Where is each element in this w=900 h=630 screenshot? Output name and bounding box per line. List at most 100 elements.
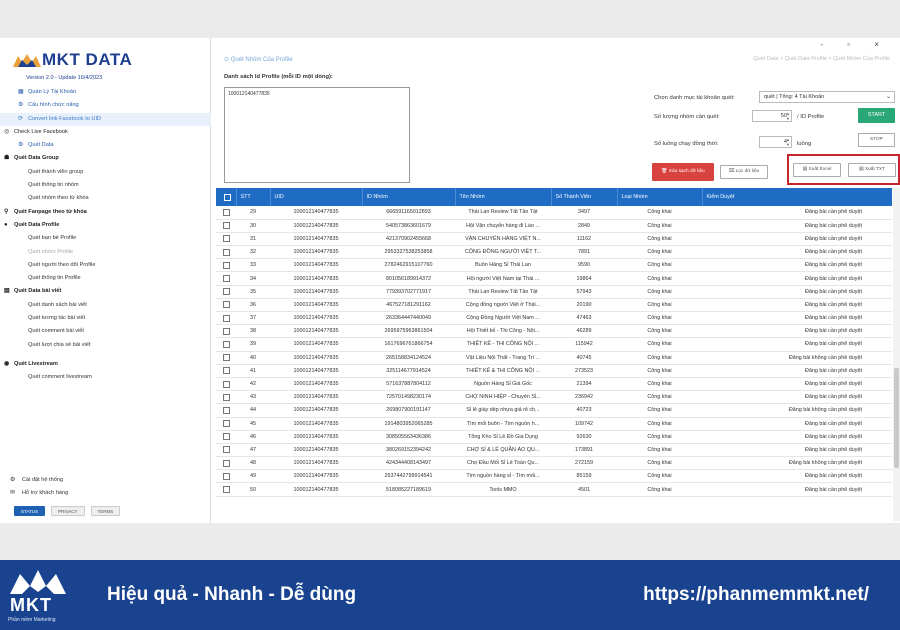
sidebar-item[interactable]: Quét thành viên group	[0, 166, 211, 179]
row-select-cell[interactable]	[216, 430, 236, 444]
export-txt-button[interactable]: ▤ Xuất TXT	[848, 163, 896, 177]
row-select-cell[interactable]	[216, 443, 236, 458]
sidebar-item[interactable]: ⚲ Quét Fanpage theo từ khóa	[0, 206, 211, 219]
row-checkbox[interactable]	[222, 380, 230, 388]
row-select-cell[interactable]	[216, 337, 236, 352]
column-header[interactable]: Loại Nhóm	[617, 188, 703, 206]
row-select-cell[interactable]	[216, 258, 236, 273]
row-checkbox[interactable]	[222, 486, 230, 494]
row-checkbox[interactable]	[222, 301, 230, 309]
row-checkbox[interactable]	[222, 275, 230, 283]
sidebar-item[interactable]: ◎ Check Live Facebook	[0, 126, 211, 139]
row-select-cell[interactable]	[216, 206, 236, 220]
row-select-cell[interactable]	[216, 271, 236, 286]
column-header[interactable]: Tên Nhóm	[455, 188, 552, 206]
table-row[interactable]: 30 100012140477835 540573863601679 Hội Vận …	[216, 219, 892, 233]
sidebar-item[interactable]: Quét danh sách bài viết	[0, 299, 211, 312]
sidebar-item[interactable]: Quét comment livestream	[0, 371, 211, 384]
row-checkbox[interactable]	[222, 393, 230, 401]
sidebar-item[interactable]: Quét nhóm Profile	[0, 246, 211, 259]
sidebar-item[interactable]: ◉ Quét Livestream	[0, 358, 211, 371]
groups-count-stepper[interactable]: 50 ▲ ▼	[752, 110, 792, 122]
sidebar-item[interactable]: Quét người theo dõi Profile	[0, 259, 211, 272]
sidebar-item[interactable]: ● Quét Data Profile	[0, 219, 211, 232]
row-checkbox[interactable]	[222, 288, 230, 296]
row-select-cell[interactable]	[216, 351, 236, 365]
column-header[interactable]: ID Nhóm	[362, 188, 456, 206]
filter-data-button[interactable]: ⌧ Lọc dữ liệu	[720, 165, 768, 179]
column-header[interactable]: UID	[270, 188, 363, 206]
row-checkbox[interactable]	[222, 248, 230, 256]
row-select-cell[interactable]	[216, 285, 236, 299]
table-row[interactable]: 34 100012140477835 801056189914372 Hội ngườ…	[216, 271, 892, 286]
sidebar-item[interactable]: Quét thông tin nhóm	[0, 179, 211, 192]
stepper-arrows-icon[interactable]: ▲ ▼	[786, 137, 790, 147]
row-checkbox[interactable]	[222, 327, 230, 335]
row-checkbox[interactable]	[222, 367, 230, 375]
sidebar-item[interactable]: Quét lượt chia sẻ bài viết	[0, 339, 211, 352]
row-checkbox[interactable]	[222, 472, 230, 480]
table-row[interactable]: 39 100012140477835 1617696761866754 THIẾT K…	[216, 337, 892, 352]
sidebar-footer-item[interactable]: ✉ Hỗ trợ khách hàng	[0, 487, 68, 500]
row-select-cell[interactable]	[216, 311, 236, 326]
profile-id-textarea[interactable]: 100012140477835	[224, 87, 410, 183]
footer-privacy-button[interactable]: PRIVACY	[51, 506, 85, 516]
sidebar-item[interactable]: ☗ Quét Data Group	[0, 152, 211, 165]
table-row[interactable]: 37 100012140477835 263364447440049 Cộng Đồn…	[216, 311, 892, 326]
table-row[interactable]: 38 100012140477835 2695975963861504 Hội Thi…	[216, 324, 892, 339]
sidebar-item[interactable]: Quét bạn bè Profile	[0, 232, 211, 245]
threads-stepper[interactable]: 4 ▲ ▼	[759, 136, 792, 148]
row-checkbox[interactable]	[222, 406, 230, 414]
column-header[interactable]: STT	[236, 188, 271, 206]
table-row[interactable]: 43 100012140477835 725701498230174 CHỢ NINH…	[216, 390, 892, 405]
sidebar-item[interactable]: Quét comment bài viết	[0, 325, 211, 338]
table-row[interactable]: 44 100012140477835 269807900191147 Sỉ lẻ gi…	[216, 403, 892, 418]
select-all-header[interactable]	[216, 188, 237, 206]
sidebar-item[interactable]: ⟳ Convert link Facebook to UID	[0, 112, 211, 126]
table-row[interactable]: 42 100012140477835 571637887804112 Nguồn Hà…	[216, 377, 892, 392]
sidebar-item[interactable]: ⚙ Quét Data	[0, 139, 211, 152]
stepper-arrows-icon[interactable]: ▲ ▼	[786, 111, 790, 121]
row-checkbox[interactable]	[222, 354, 230, 362]
row-checkbox[interactable]	[222, 340, 230, 348]
table-row[interactable]: 32 100012140477835 2953327538253858 CỘNG ĐỒ…	[216, 245, 892, 260]
column-header[interactable]: Kiểm Duyệt	[702, 188, 892, 206]
sidebar-item[interactable]: Quét thông tin Profile	[0, 272, 211, 285]
row-select-cell[interactable]	[216, 364, 236, 378]
row-select-cell[interactable]	[216, 417, 236, 431]
row-checkbox[interactable]	[222, 446, 230, 454]
table-row[interactable]: 33 100012140477835 2782462915107760 Buôn Hà…	[216, 258, 892, 273]
column-header[interactable]: Số Thành Viên	[551, 188, 618, 206]
scrollbar-thumb[interactable]	[894, 368, 899, 468]
website-link[interactable]: https://phanmemmkt.net/	[643, 584, 869, 606]
table-row[interactable]: 46 100012140477835 308505563436386 Tổng Kho…	[216, 430, 892, 444]
sidebar-item[interactable]: ⚙ Cấu hình chức năng	[0, 99, 211, 112]
row-select-cell[interactable]	[216, 377, 236, 392]
row-select-cell[interactable]	[216, 482, 236, 497]
sidebar-footer-item[interactable]: ⚙ Cài đặt hệ thống	[0, 474, 68, 487]
sidebar-item[interactable]: ▤ Quét Data bài viết	[0, 285, 211, 298]
sidebar-item[interactable]: ▦ Quản Lý Tài Khoản	[0, 86, 211, 99]
table-row[interactable]: 40 100012140477835 265158834124524 Vật Liệu…	[216, 351, 892, 365]
row-select-cell[interactable]	[216, 456, 236, 471]
account-select[interactable]: quét | Tổng: 4 Tài Khoản ⌄	[759, 91, 895, 103]
row-select-cell[interactable]	[216, 232, 236, 247]
table-row[interactable]: 41 100012140477835 325114677914524 THIẾT KẾ…	[216, 364, 892, 378]
table-row[interactable]: 45 100012140477835 1914803952065285 Tìm mối…	[216, 417, 892, 431]
table-scrollbar[interactable]	[893, 188, 900, 521]
table-row[interactable]: 49 100012140477835 2637442799914541 Tìm ngu…	[216, 469, 892, 484]
row-checkbox[interactable]	[222, 222, 230, 230]
row-checkbox[interactable]	[222, 314, 230, 322]
row-checkbox[interactable]	[222, 433, 230, 441]
sidebar-item[interactable]: Quét nhóm theo từ khóa	[0, 192, 211, 205]
clear-data-button[interactable]: 🗑 Xóa sạch dữ liệu	[652, 163, 714, 181]
export-excel-button[interactable]: ▤ Xuất Excel	[793, 163, 841, 177]
row-select-cell[interactable]	[216, 245, 236, 260]
table-row[interactable]: 31 100012140477835 421370902455668 VẬN CHUY…	[216, 232, 892, 247]
row-select-cell[interactable]	[216, 219, 236, 233]
start-button[interactable]: START	[858, 108, 895, 123]
stop-button[interactable]: STOP	[858, 133, 895, 147]
select-all-checkbox[interactable]	[224, 193, 232, 201]
row-select-cell[interactable]	[216, 390, 236, 405]
row-checkbox[interactable]	[222, 420, 230, 428]
